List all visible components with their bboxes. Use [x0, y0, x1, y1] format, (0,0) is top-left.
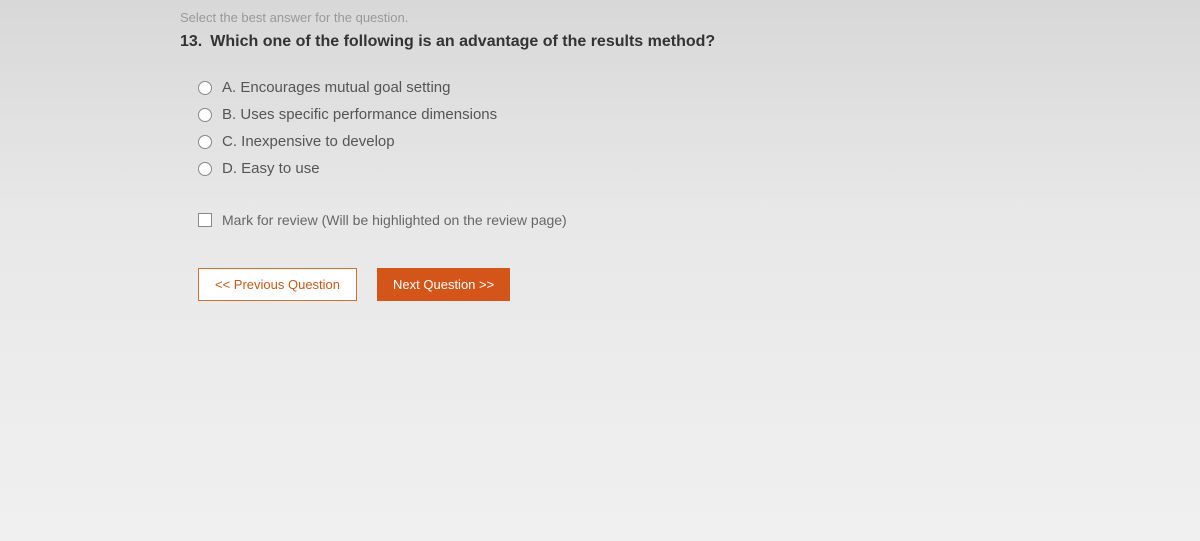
instruction-text: Select the best answer for the question.: [180, 10, 1020, 25]
radio-icon[interactable]: [198, 135, 212, 149]
question-number: 13.: [180, 33, 202, 51]
review-label: Mark for review (Will be highlighted on …: [222, 212, 567, 228]
question-text: Which one of the following is an advanta…: [210, 33, 715, 51]
option-c[interactable]: C. Inexpensive to develop: [198, 133, 1020, 150]
option-label: A. Encourages mutual goal setting: [222, 79, 451, 96]
option-label: D. Easy to use: [222, 160, 320, 177]
options-list: A. Encourages mutual goal setting B. Use…: [198, 79, 1020, 177]
previous-question-button[interactable]: << Previous Question: [198, 268, 357, 301]
next-question-button[interactable]: Next Question >>: [377, 268, 510, 301]
quiz-container: Select the best answer for the question.…: [0, 0, 1200, 331]
radio-icon[interactable]: [198, 81, 212, 95]
option-label: C. Inexpensive to develop: [222, 133, 395, 150]
option-label: B. Uses specific performance dimensions: [222, 106, 497, 123]
radio-icon[interactable]: [198, 162, 212, 176]
option-a[interactable]: A. Encourages mutual goal setting: [198, 79, 1020, 96]
question-row: 13. Which one of the following is an adv…: [180, 33, 1020, 51]
option-b[interactable]: B. Uses specific performance dimensions: [198, 106, 1020, 123]
radio-icon[interactable]: [198, 108, 212, 122]
mark-for-review[interactable]: Mark for review (Will be highlighted on …: [198, 212, 1020, 228]
nav-buttons: << Previous Question Next Question >>: [198, 268, 1020, 301]
checkbox-icon[interactable]: [198, 213, 212, 227]
option-d[interactable]: D. Easy to use: [198, 160, 1020, 177]
